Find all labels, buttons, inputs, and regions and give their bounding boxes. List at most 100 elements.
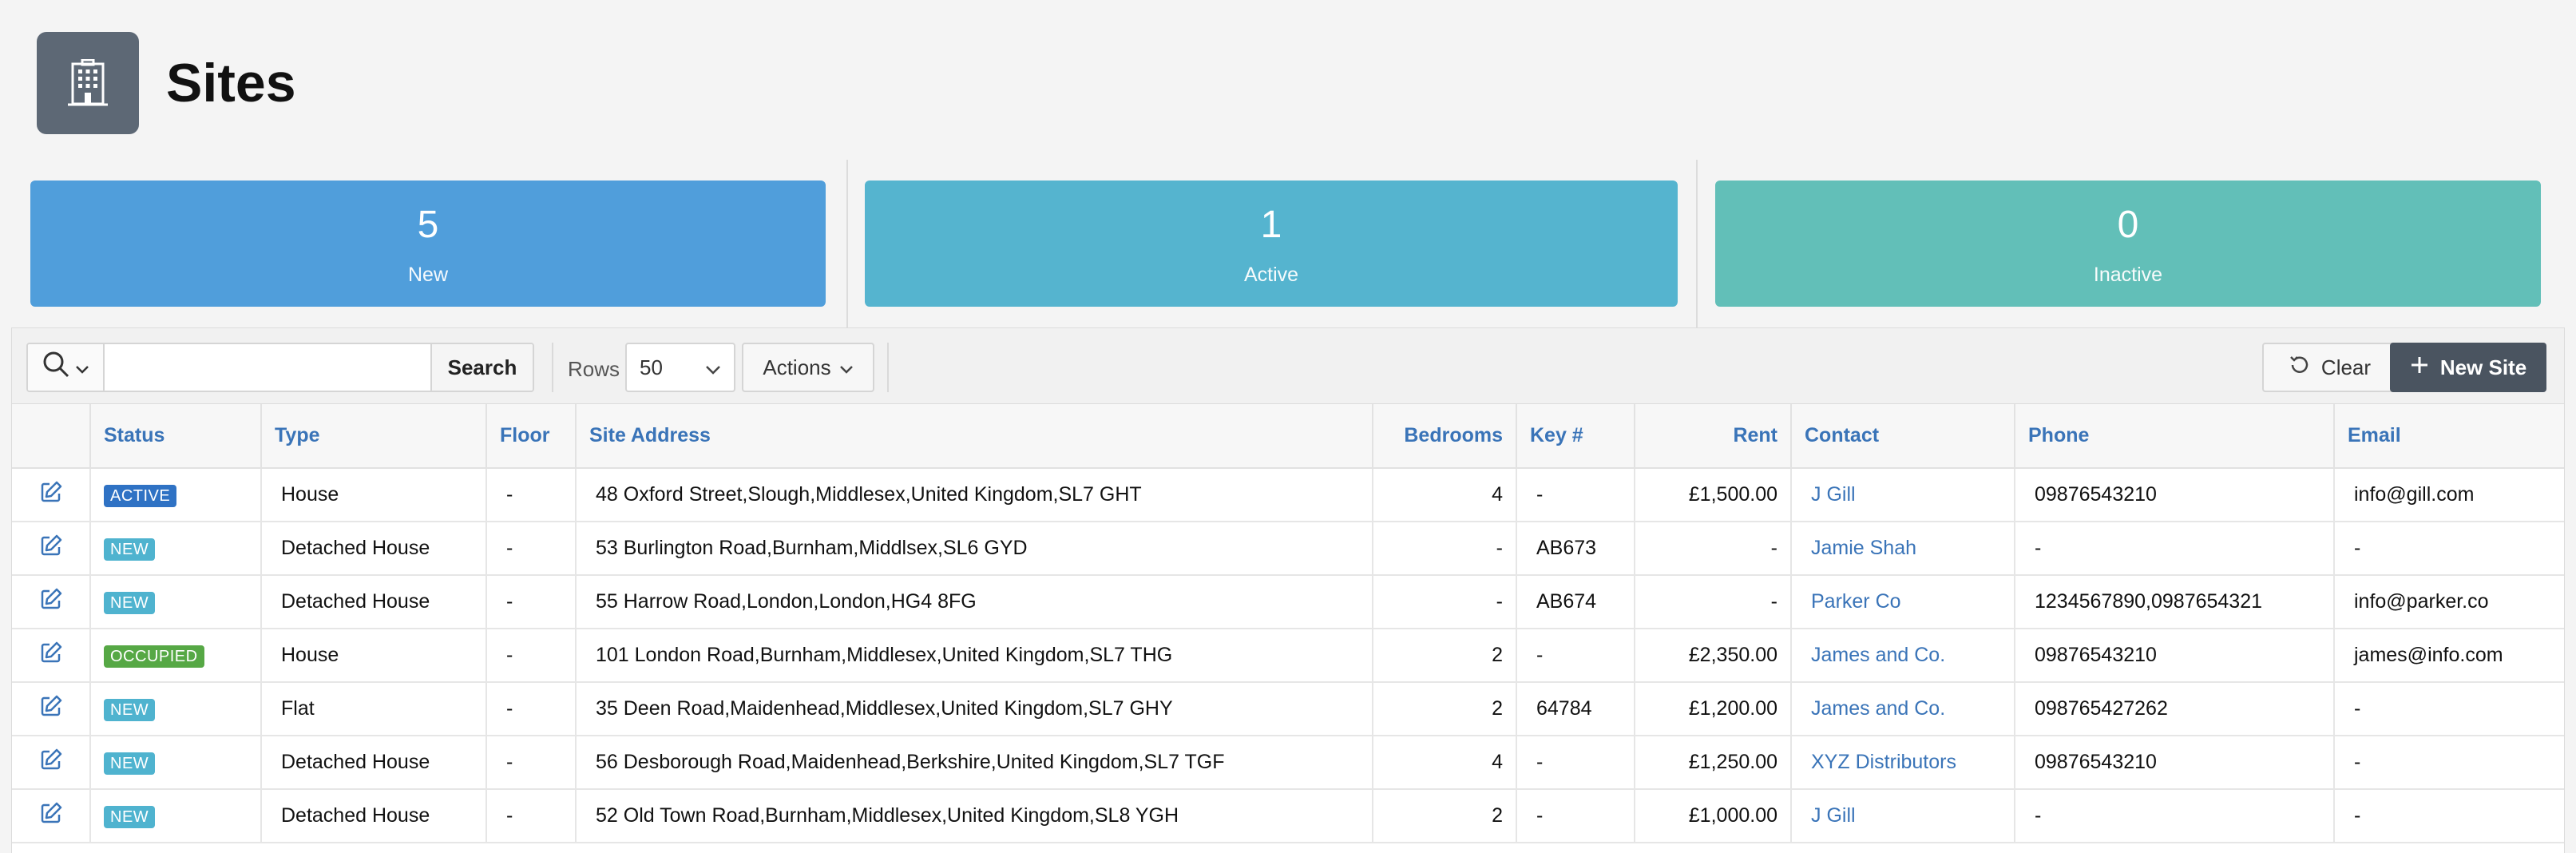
stats-region: 5 New 1 Active 0 Inactive [0, 160, 2576, 327]
new-site-button[interactable]: New Site [2390, 343, 2546, 392]
edit-icon [39, 748, 63, 777]
table-row: NEW Detached House -52 Old Town Road,Burnh… [12, 789, 2564, 843]
stat-card-inactive[interactable]: 0 Inactive [1715, 181, 2541, 307]
column-header-contact[interactable]: Contact [1791, 404, 2015, 469]
cell-site-address: 101 London Road,Burnham,Middlesex,United… [576, 629, 1373, 683]
cell-phone: 09876543210 [2015, 736, 2335, 790]
column-header-email[interactable]: Email [2334, 404, 2564, 469]
table-row: NEW Detached House -55 Harrow Road,London,… [12, 575, 2564, 629]
cell-bedrooms: 4 [1373, 468, 1517, 522]
contact-link[interactable]: J Gill [1811, 483, 1856, 506]
plus-icon [2410, 355, 2429, 380]
cell-contact: Parker Co [1791, 575, 2015, 629]
edit-row-link[interactable] [12, 522, 91, 576]
column-header-key[interactable]: Key # [1516, 404, 1635, 469]
cell-site-address: 35 Deen Road,Maidenhead,Middlesex,United… [576, 682, 1373, 736]
cell-contact: XYZ Distributors [1791, 736, 2015, 790]
cell-rent: £1,200.00 [1635, 682, 1792, 736]
contact-link[interactable]: James and Co. [1811, 644, 1945, 666]
actions-label: Actions [763, 355, 831, 379]
edit-row-link[interactable] [12, 468, 91, 522]
stat-value: 1 [1260, 204, 1282, 246]
stat-label: New [407, 264, 448, 286]
stat-card-active[interactable]: 1 Active [865, 181, 1678, 307]
clear-label: Clear [2320, 355, 2372, 379]
chevron-down-icon [705, 355, 721, 380]
clear-button[interactable]: Clear [2262, 343, 2396, 392]
edit-row-link[interactable] [12, 629, 91, 683]
search-column-toggle[interactable] [28, 344, 105, 391]
stat-value: 0 [2117, 204, 2139, 246]
cell-contact: J Gill [1791, 789, 2015, 843]
cell-phone: 09876543210 [2015, 468, 2335, 522]
contact-link[interactable]: James and Co. [1811, 697, 1945, 720]
table-row: NEW Flat -35 Deen Road,Maidenhead,Middlese… [12, 682, 2564, 736]
cell-phone: 098765427262 [2015, 682, 2335, 736]
cell-bedrooms: 4 [1373, 736, 1517, 790]
table-row: NEW Detached House -56 Desborough Road,Mai… [12, 736, 2564, 790]
edit-row-link[interactable] [12, 736, 91, 790]
column-header-type[interactable]: Type [261, 404, 487, 469]
cell-contact: J Gill [1791, 468, 2015, 522]
cell-status: OCCUPIED [90, 629, 262, 683]
rows-select[interactable]: 50 [625, 343, 735, 392]
cell-key: - [1516, 789, 1635, 843]
report-toolbar: Search Rows 50 Actions Clear New Site [11, 327, 2565, 404]
edit-row-link[interactable] [12, 789, 91, 843]
column-header-bedrooms[interactable]: Bedrooms [1373, 404, 1517, 469]
cell-email: info@gill.com [2334, 468, 2564, 522]
contact-link[interactable]: J Gill [1811, 804, 1856, 827]
table-row: NEW Detached House -53 Burlington Road,Bur… [12, 522, 2564, 576]
stat-label: Active [1243, 264, 1299, 286]
cell-type: Detached House [261, 789, 487, 843]
cell-key: - [1516, 736, 1635, 790]
cell-floor: - [486, 468, 577, 522]
new-site-label: New Site [2439, 355, 2527, 379]
cell-status: ACTIVE [90, 468, 262, 522]
status-badge: NEW [104, 538, 156, 561]
column-header-phone[interactable]: Phone [2015, 404, 2335, 469]
column-header-rent[interactable]: Rent [1635, 404, 1792, 469]
cell-type: House [261, 629, 487, 683]
stat-label: Inactive [2093, 264, 2163, 286]
edit-row-link[interactable] [12, 575, 91, 629]
search-icon [42, 350, 72, 386]
cell-bedrooms: 2 [1373, 629, 1517, 683]
edit-icon [39, 641, 63, 670]
cell-bedrooms: 2 [1373, 682, 1517, 736]
edit-icon [39, 480, 63, 510]
stat-card-new[interactable]: 5 New [30, 181, 826, 307]
status-badge: OCCUPIED [104, 645, 204, 668]
cell-rent: £1,500.00 [1635, 468, 1792, 522]
stat-divider [846, 160, 848, 327]
cell-rent: £1,000.00 [1635, 789, 1792, 843]
search-button[interactable]: Search [430, 344, 533, 391]
cell-bedrooms: 2 [1373, 789, 1517, 843]
column-header-status[interactable]: Status [90, 404, 262, 469]
cell-contact: James and Co. [1791, 682, 2015, 736]
cell-floor: - [486, 789, 577, 843]
edit-row-link[interactable] [12, 682, 91, 736]
cell-contact: James and Co. [1791, 629, 2015, 683]
search-bar: Search [26, 343, 534, 392]
column-header-site-address[interactable]: Site Address [576, 404, 1373, 469]
column-header-floor[interactable]: Floor [486, 404, 577, 469]
column-header-edit [12, 404, 91, 469]
contact-link[interactable]: Parker Co [1811, 590, 1901, 613]
toolbar-divider [552, 343, 553, 392]
cell-floor: - [486, 682, 577, 736]
cell-type: Detached House [261, 736, 487, 790]
contact-link[interactable]: Jamie Shah [1811, 537, 1916, 559]
sites-page: Sites 5 New 1 Active 0 Inactive Search R… [0, 0, 2576, 853]
cell-site-address: 48 Oxford Street,Slough,Middlesex,United… [576, 468, 1373, 522]
cell-key: 64784 [1516, 682, 1635, 736]
cell-status: NEW [90, 522, 262, 576]
cell-key: AB673 [1516, 522, 1635, 576]
contact-link[interactable]: XYZ Distributors [1811, 751, 1956, 773]
building-icon [37, 32, 139, 134]
search-input[interactable] [105, 344, 430, 391]
cell-rent: £1,250.00 [1635, 736, 1792, 790]
reset-icon [2288, 353, 2312, 383]
chevron-down-icon [839, 355, 854, 380]
actions-menu-button[interactable]: Actions [742, 343, 874, 392]
